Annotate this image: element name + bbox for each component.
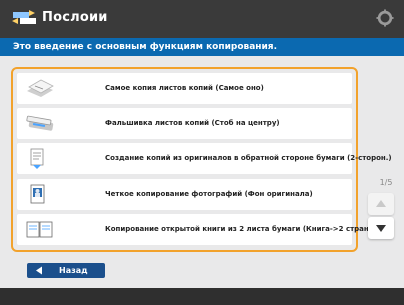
title-bar: Послоии [0, 0, 404, 38]
photo-icon [30, 184, 45, 204]
info-message: Это введение с основным функциям копиров… [0, 38, 404, 56]
back-button-label: Назад [59, 266, 88, 275]
arrow-left-icon [36, 266, 42, 275]
list-item[interactable]: Фальшивка листов копий (Стоб на центру) [17, 108, 352, 139]
scroll-up-button[interactable] [368, 193, 394, 215]
scanner-icon [26, 115, 54, 131]
list-item[interactable]: Копирование открытой книги из 2 листа бу… [17, 214, 388, 245]
list-item[interactable]: Четкое копирование фотографий (Фон ориги… [17, 179, 352, 210]
status-bar [0, 288, 404, 305]
page-title: Послоии [42, 10, 108, 25]
app-icon [12, 10, 36, 24]
arrow-up-icon [376, 200, 386, 207]
list-item[interactable]: Создание копий из оригиналов в обратной … [17, 143, 392, 174]
function-list: Самое копия листов копий (Самое оно) Фал… [11, 67, 392, 252]
list-item-label: Фальшивка листов копий (Стоб на центру) [105, 119, 280, 127]
list-item-label: Создание копий из оригиналов в обратной … [105, 154, 392, 162]
settings-icon[interactable] [376, 9, 394, 27]
arrow-down-icon [376, 225, 386, 232]
booklet-icon [26, 221, 53, 238]
list-item[interactable]: Самое копия листов копий (Самое оно) [17, 73, 352, 104]
scroll-down-button[interactable] [368, 217, 394, 239]
list-item-label: Четкое копирование фотографий (Фон ориги… [105, 190, 313, 198]
copy-icon [27, 79, 54, 97]
document-icon [30, 148, 44, 169]
back-button[interactable]: Назад [27, 263, 105, 278]
screen: Послоии Это введение с основным функциям… [0, 0, 404, 305]
list-item-label: Самое копия листов копий (Самое оно) [105, 84, 264, 92]
list-item-label: Копирование открытой книги из 2 листа бу… [105, 225, 389, 233]
page-indicator: 1/5 [379, 178, 393, 187]
